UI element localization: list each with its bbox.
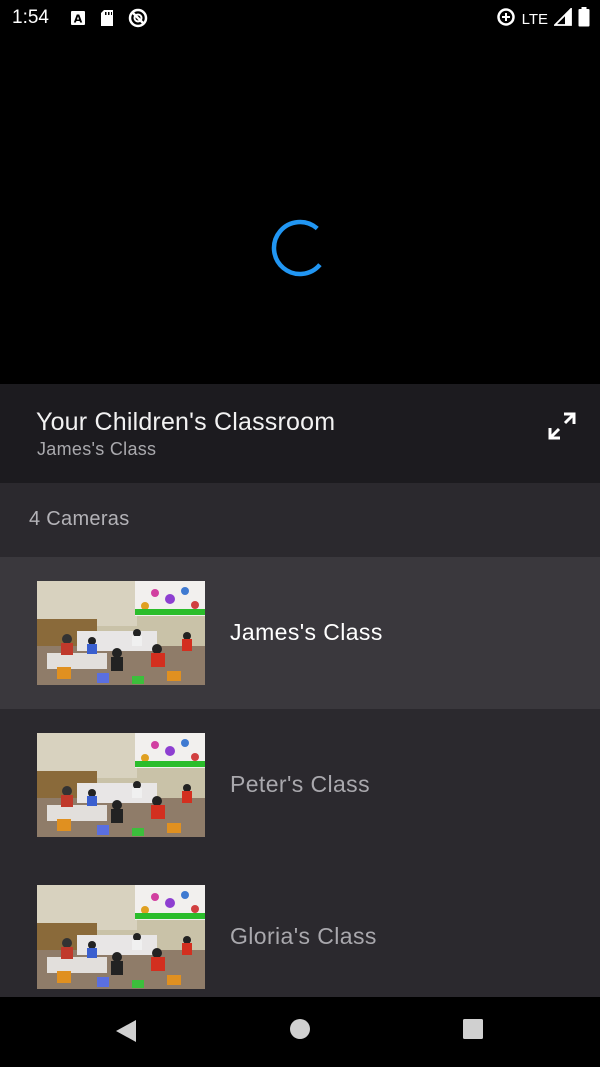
sd-card-icon bbox=[100, 9, 114, 32]
svg-text:A: A bbox=[74, 13, 83, 26]
camera-name: Gloria's Class bbox=[230, 923, 377, 949]
classroom-thumbnail bbox=[37, 581, 205, 685]
data-saver-icon bbox=[496, 7, 516, 32]
camera-name: James's Class bbox=[230, 619, 383, 645]
camera-list-item[interactable]: Gloria's Class bbox=[0, 861, 600, 997]
recents-button[interactable] bbox=[462, 1018, 484, 1045]
classroom-header: Your Children's Classroom James's Class bbox=[0, 384, 600, 483]
home-circle-icon bbox=[290, 1019, 310, 1039]
battery-icon bbox=[578, 7, 590, 32]
loading-spinner-icon bbox=[271, 219, 329, 277]
fullscreen-button[interactable] bbox=[544, 408, 580, 444]
camera-count-row: 4 Cameras bbox=[0, 483, 600, 557]
camera-name: Peter's Class bbox=[230, 771, 370, 797]
status-bar: 1:54 A LTE bbox=[0, 0, 600, 36]
signal-icon bbox=[552, 6, 572, 31]
back-button[interactable] bbox=[114, 1018, 138, 1049]
a-box-icon: A bbox=[70, 10, 86, 31]
video-player[interactable] bbox=[0, 36, 600, 384]
classroom-thumbnail bbox=[37, 733, 205, 837]
classroom-thumbnail bbox=[37, 885, 205, 989]
camera-list[interactable]: James's Class Peter's Class Gloria's Cla… bbox=[0, 557, 600, 997]
fullscreen-expand-icon bbox=[548, 412, 576, 440]
camera-list-item[interactable]: James's Class bbox=[0, 557, 600, 709]
network-type: LTE bbox=[521, 11, 548, 28]
status-time: 1:54 bbox=[12, 7, 49, 28]
page-subtitle: James's Class bbox=[37, 439, 157, 459]
camera-count-label: 4 Cameras bbox=[29, 508, 130, 530]
home-button[interactable] bbox=[289, 1018, 311, 1045]
back-triangle-icon bbox=[116, 1020, 136, 1042]
system-nav-bar bbox=[0, 997, 600, 1067]
status-left-icons: A bbox=[70, 8, 148, 33]
no-signal-circle-icon bbox=[128, 8, 148, 33]
page-title: Your Children's Classroom bbox=[36, 408, 336, 436]
camera-list-item[interactable]: Peter's Class bbox=[0, 709, 600, 861]
recents-square-icon bbox=[463, 1019, 483, 1039]
status-right-icons: LTE bbox=[496, 6, 590, 32]
